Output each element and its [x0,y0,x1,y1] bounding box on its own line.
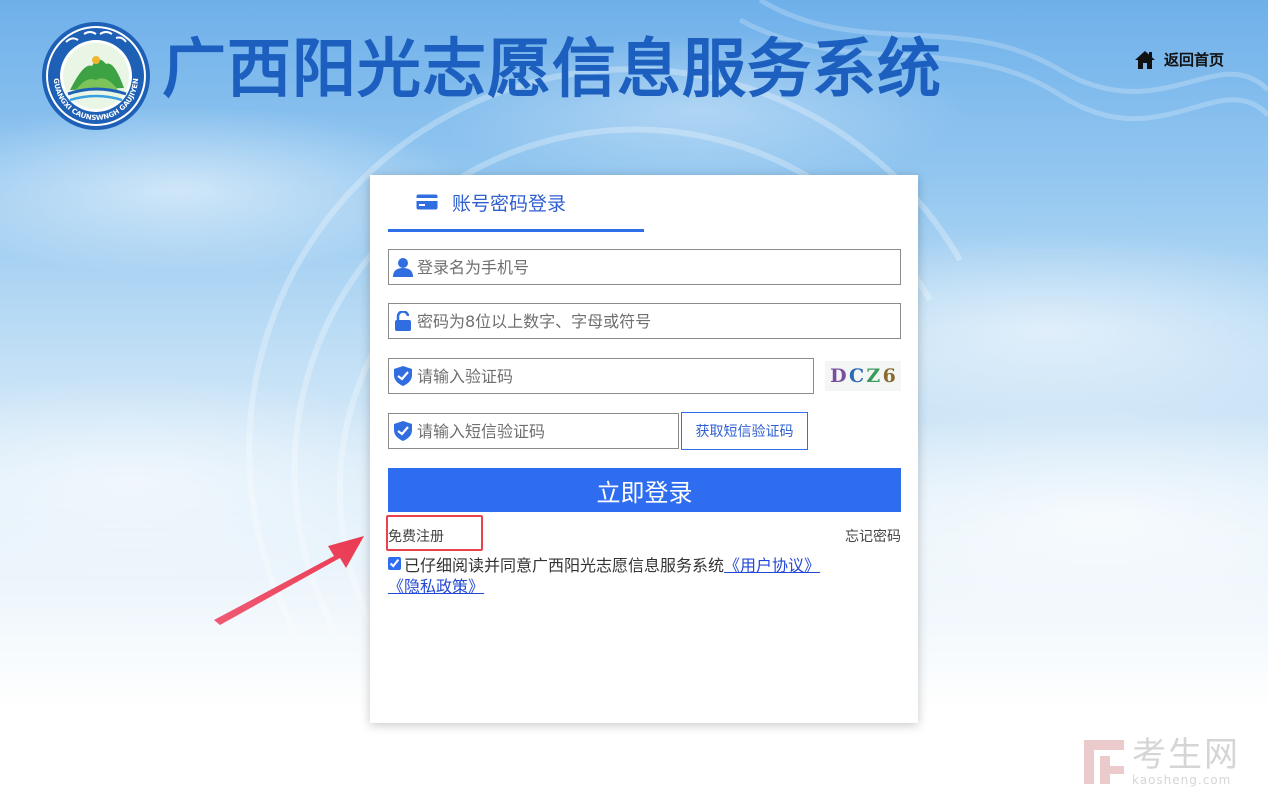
register-link[interactable]: 免费注册 [386,515,483,551]
captcha-char: Z [866,365,881,387]
captcha-char: D [830,365,847,387]
agreement-text: 已仔细阅读并同意广西阳光志愿信息服务系统 [404,556,725,575]
get-sms-code-button[interactable]: 获取短信验证码 [681,412,808,450]
tab-label: 账号密码登录 [452,192,567,215]
watermark-text: 考生网 [1132,735,1240,775]
captcha-char: C [848,365,865,387]
lock-icon [389,311,417,331]
site-title: 广西阳光志愿信息服务系统 [162,33,942,107]
register-link-label: 免费注册 [388,529,444,545]
watermark-logo-icon [1084,740,1124,784]
forgot-password-link[interactable]: 忘记密码 [845,526,901,546]
sms-code-field [388,413,679,449]
user-icon [389,257,417,277]
captcha-char: 6 [882,365,896,387]
agreement-row: 已仔细阅读并同意广西阳光志愿信息服务系统《用户协议》《隐私政策》 [388,555,904,597]
tab-account-password[interactable]: 账号密码登录 [388,175,644,232]
home-link-label: 返回首页 [1164,51,1225,69]
agreement-checkbox[interactable] [388,557,401,570]
captcha-image[interactable]: D C Z 6 [825,361,901,391]
sms-code-input[interactable] [417,414,678,448]
home-link[interactable]: 返回首页 [1134,49,1224,70]
password-input[interactable] [417,304,900,338]
site-logo: GUANGXI CAUNSWNGH GAUJIYEN [40,20,152,132]
watermark: 考生网 kaosheng.com [1082,738,1240,786]
home-icon [1135,50,1155,69]
password-field [388,303,901,339]
username-field [388,249,901,285]
shield-check-icon [389,421,417,441]
pointer-arrow [214,536,364,625]
watermark-domain: kaosheng.com [1132,773,1232,787]
credit-card-icon [416,194,438,210]
login-submit-button[interactable]: 立即登录 [388,468,901,512]
shield-check-icon [389,366,417,386]
captcha-input[interactable] [417,359,813,393]
login-card: 账号密码登录 D C Z 6 获取短信验证码 立即登录 免费注册 忘 [370,175,918,723]
user-agreement-link[interactable]: 《用户协议》 [724,556,820,575]
username-input[interactable] [417,250,900,284]
privacy-policy-link[interactable]: 《隐私政策》 [388,577,484,596]
captcha-field [388,358,814,394]
